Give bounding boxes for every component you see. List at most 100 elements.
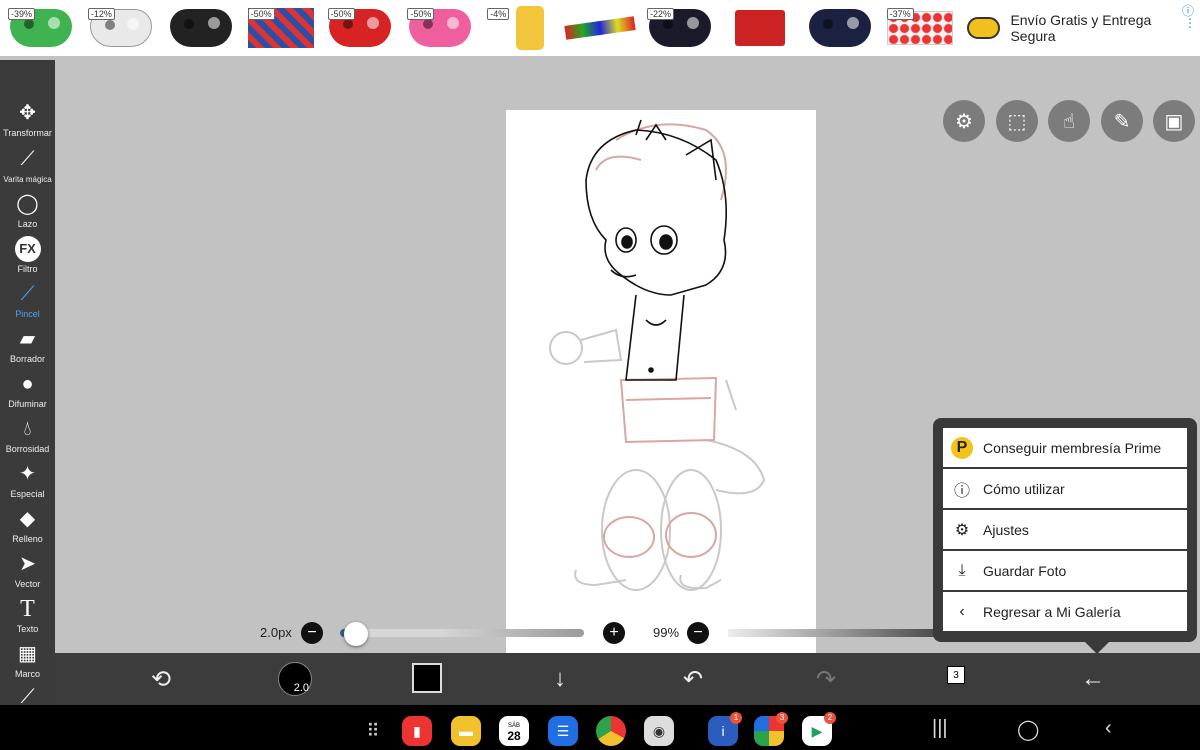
more-vert-icon[interactable]: ⋮ (1184, 16, 1196, 30)
opacity-label: 99% (653, 625, 680, 640)
tool-sidebar: ✥ Transformar ⟋ Varita mágica ◯ Lazo FX Filt… (0, 60, 55, 708)
ad-product-9[interactable]: -22% (641, 2, 719, 54)
menu-item-label: Regresar a Mi Galería (983, 603, 1121, 620)
controller-image (808, 9, 871, 47)
discount-badge: -4% (487, 8, 510, 20)
tool-label: Borrosidad (5, 444, 50, 454)
tool-varita-magica[interactable]: ⟋ Varita mágica (0, 146, 55, 184)
ad-product-7[interactable]: -4% (481, 2, 559, 54)
back-icon[interactable]: ‹ (1105, 717, 1112, 740)
ad-brand[interactable]: Envío Gratis y Entrega Segura (966, 12, 1200, 44)
image-icon[interactable]: ▣ (1153, 100, 1195, 142)
ad-product-6[interactable]: -50% (401, 2, 479, 54)
tool-label: Vector (14, 579, 41, 589)
tool-relleno[interactable]: ◆ Relleno (0, 506, 55, 544)
eraser-icon: ▰ (19, 328, 36, 350)
menu-item-settings[interactable]: ⚙ Ajustes (943, 510, 1187, 549)
toggle-icon[interactable]: ⚙︎ (943, 100, 985, 142)
ad-product-5[interactable]: -50% (322, 2, 400, 54)
ad-product-2[interactable]: -12% (82, 2, 160, 54)
brush-size-slider[interactable] (340, 629, 584, 637)
redo-icon[interactable]: ↷ (808, 661, 844, 697)
app-files[interactable]: ▬ (451, 716, 481, 746)
home-icon[interactable]: ◯ (1017, 717, 1039, 742)
tool-borrador[interactable]: ▰ Borrador (0, 326, 55, 364)
discount-badge: -37% (886, 8, 914, 20)
app-messages[interactable]: ☰ (548, 716, 578, 746)
notification-badge: 2 (824, 712, 836, 724)
chrome-icon[interactable] (596, 716, 626, 746)
character-sketch (549, 119, 766, 591)
back-arrow-icon[interactable]: ← (1075, 661, 1111, 697)
product-image (734, 10, 785, 46)
app-photos[interactable]: 3 (754, 712, 788, 746)
ad-product-11[interactable] (801, 2, 879, 54)
brush-size-knob[interactable] (344, 622, 368, 646)
tool-vector[interactable]: ➤ Vector (0, 551, 55, 589)
ad-product-8[interactable] (561, 2, 639, 54)
ad-brand-text: Envío Gratis y Entrega Segura (1010, 12, 1152, 44)
brush-size-badge: 2.0 (293, 682, 309, 694)
menu-item-label: Guardar Foto (983, 562, 1067, 579)
tool-label: Lazo (17, 219, 38, 229)
tool-label: Especial (10, 489, 45, 499)
bottom-toolbar: ⟲ 2.0 ↓ ↶ ↷ 3 ← (55, 653, 1200, 705)
ruler-icon[interactable]: ✎ (1101, 100, 1143, 142)
ad-banner[interactable]: -39% -12% -50% -50% -50% -4% -22% -37% E… (0, 0, 1200, 56)
app-play-store[interactable]: ▶ 2 (802, 712, 836, 746)
app-ibis[interactable]: i1 (708, 712, 742, 746)
camera-icon[interactable]: ◉ (644, 716, 674, 746)
tool-pincel[interactable]: ⟋ Pincel (0, 281, 55, 319)
tool-especial[interactable]: ✦ Especial (0, 461, 55, 499)
tool-difuminar[interactable]: ● Difuminar (0, 371, 55, 409)
drawing-canvas[interactable] (506, 110, 816, 662)
tool-filtro[interactable]: FX Filtro (0, 236, 55, 274)
recents-icon[interactable]: ||| (932, 717, 948, 740)
ad-product-3[interactable] (162, 2, 240, 54)
discount-badge: -50% (247, 8, 275, 20)
ad-product-1[interactable]: -39% (2, 2, 80, 54)
layers-button[interactable]: 3 (947, 666, 965, 684)
discount-badge: -50% (407, 8, 435, 20)
menu-item-save-photo[interactable]: ⤓ Guardar Foto (943, 551, 1187, 590)
menu-item-back-gallery[interactable]: ‹ Regresar a Mi Galería (943, 592, 1187, 631)
magic-wand-icon: ⟋ (20, 148, 35, 170)
smudge-icon: ● (21, 373, 34, 395)
touch-icon[interactable]: ☝︎ (1048, 100, 1090, 142)
discount-badge: -39% (8, 8, 36, 20)
fx-icon: FX (14, 236, 41, 262)
tool-label: Pincel (15, 309, 40, 319)
increase-size-button[interactable]: + (603, 622, 625, 644)
ad-product-10[interactable] (721, 2, 799, 54)
help-icon: ⓘ (953, 482, 970, 500)
gear-icon: ⚙ (954, 521, 970, 539)
options-menu: P Conseguir membresía Prime ⓘ Cómo utiliza… (933, 418, 1197, 654)
tool-marco[interactable]: ▦ Marco (0, 641, 55, 679)
brush-icon: ⟋ (20, 283, 35, 305)
menu-item-help[interactable]: ⓘ Cómo utilizar (943, 469, 1187, 508)
ad-product-12[interactable]: -37% (881, 2, 959, 54)
tool-borrosidad[interactable]: 💧︎ Borrosidad (0, 416, 55, 454)
color-swatch[interactable] (412, 663, 442, 693)
brush-preview[interactable]: 2.0 (278, 662, 312, 696)
swap-icon[interactable]: ⟲ (143, 661, 179, 697)
blur-icon: 💧︎ (23, 418, 32, 440)
decrease-size-button[interactable]: − (301, 622, 323, 644)
app-calendar[interactable]: SÁB 28 (499, 716, 529, 746)
controller-image (169, 9, 232, 47)
tool-label: Marco (14, 669, 40, 679)
tool-transformar[interactable]: ✥ Transformar (0, 100, 55, 138)
apps-grid-icon[interactable]: ⠿ (358, 716, 388, 746)
layers-count: 3 (953, 670, 959, 681)
ad-product-4[interactable]: -50% (242, 2, 320, 54)
arrow-down-icon[interactable]: ↓ (542, 661, 578, 697)
menu-item-label: Cómo utilizar (983, 480, 1065, 497)
tool-lazo[interactable]: ◯ Lazo (0, 191, 55, 229)
app-notes[interactable]: ▮ (402, 716, 432, 746)
menu-item-prime[interactable]: P Conseguir membresía Prime (943, 428, 1187, 467)
undo-icon[interactable]: ↶ (675, 661, 711, 697)
handshake-icon (966, 17, 1001, 39)
decrease-opacity-button[interactable]: − (687, 622, 709, 644)
selection-icon[interactable]: ⬚ (996, 100, 1038, 142)
discount-badge: -12% (87, 8, 115, 20)
